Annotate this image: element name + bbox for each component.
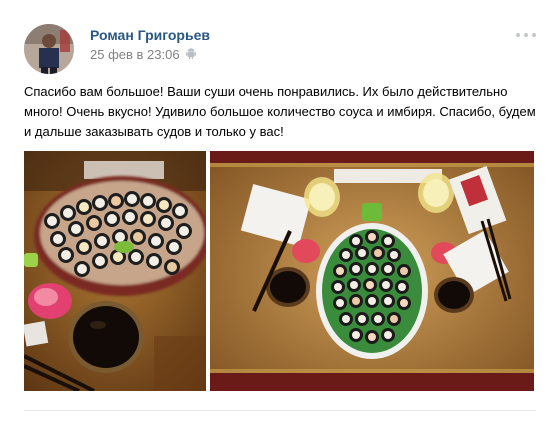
post-date[interactable]: 25 фев в 23:06 bbox=[90, 47, 180, 62]
post-text: Спасибо вам большое! Ваши суши очень пон… bbox=[24, 84, 536, 139]
post-meta: 25 фев в 23:06 bbox=[90, 47, 196, 62]
more-dots-icon[interactable] bbox=[516, 32, 536, 38]
sushi-photo-2[interactable] bbox=[210, 151, 534, 391]
author-name-link[interactable]: Роман Григорьев bbox=[90, 27, 210, 43]
avatar[interactable] bbox=[24, 24, 74, 74]
post-divider bbox=[24, 410, 536, 411]
android-icon bbox=[185, 47, 196, 62]
sushi-photo-1[interactable] bbox=[24, 151, 206, 391]
wall-post: Роман Григорьев 25 фев в 23:06 Спасибо в… bbox=[0, 0, 560, 425]
